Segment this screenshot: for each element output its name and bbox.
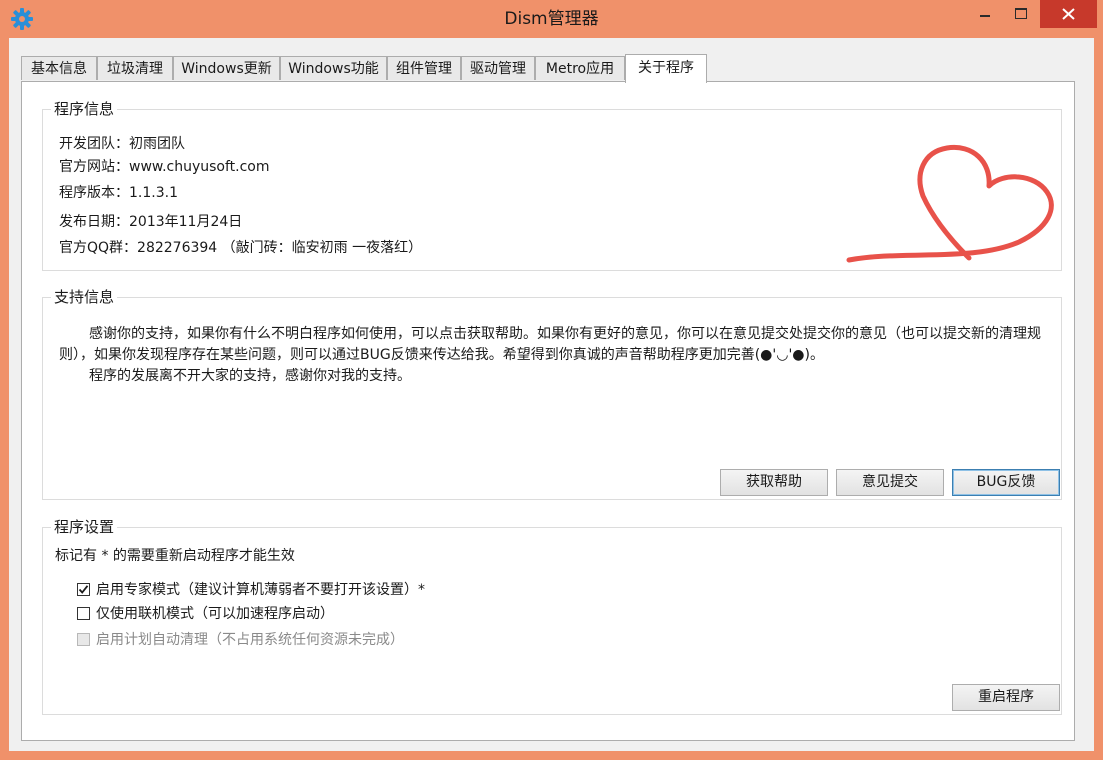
checkbox-box[interactable] <box>77 583 90 596</box>
restart-program-button[interactable]: 重启程序 <box>952 684 1060 711</box>
client-area: 基本信息 垃圾清理 Windows更新 Windows功能 组件管理 驱动管理 … <box>9 38 1094 751</box>
checkbox-box[interactable] <box>77 607 90 620</box>
tab-junk-clean[interactable]: 垃圾清理 <box>97 56 173 80</box>
tab-component-management[interactable]: 组件管理 <box>387 56 461 80</box>
tab-windows-features[interactable]: Windows功能 <box>280 56 387 80</box>
release-date-text: 发布日期：2013年11月24日 <box>59 214 243 230</box>
auto-clean-label: 启用计划自动清理（不占用系统任何资源未完成） <box>96 632 404 648</box>
checkbox-box <box>77 633 90 646</box>
online-mode-label: 仅使用联机模式（可以加速程序启动） <box>96 606 334 622</box>
submit-feedback-button[interactable]: 意见提交 <box>836 469 944 496</box>
window-title: Dism管理器 <box>504 9 599 29</box>
restart-note: 标记有 * 的需要重新启动程序才能生效 <box>55 548 295 564</box>
expert-mode-label: 启用专家模式（建议计算机薄弱者不要打开该设置）* <box>96 582 425 598</box>
tab-basic-info[interactable]: 基本信息 <box>21 56 97 80</box>
team-text: 开发团队：初雨团队 <box>59 136 185 152</box>
website-text: 官方网站：www.chuyusoft.com <box>59 159 270 175</box>
program-settings-group: 程序设置 标记有 * 的需要重新启动程序才能生效 启用专家模式（建议计算机薄弱者… <box>42 517 1062 715</box>
version-text: 程序版本：1.1.3.1 <box>59 185 178 201</box>
get-help-button[interactable]: 获取帮助 <box>720 469 828 496</box>
tab-driver-management[interactable]: 驱动管理 <box>461 56 535 80</box>
qq-group-text: 官方QQ群：282276394 （敲门砖：临安初雨 一夜落红） <box>59 240 423 256</box>
program-settings-title: 程序设置 <box>51 517 118 537</box>
tab-metro-apps[interactable]: Metro应用 <box>535 56 625 80</box>
app-window: Dism管理器 基本信息 垃圾清理 Windows更新 Windows功能 组件… <box>0 0 1103 760</box>
close-icon <box>1062 8 1075 20</box>
support-paragraph: 感谢你的支持，如果你有什么不明白程序如何使用，可以点击获取帮助。如果你有更好的意… <box>59 326 1041 363</box>
close-button[interactable] <box>1040 0 1097 28</box>
checkmark-icon <box>78 585 89 594</box>
maximize-button[interactable] <box>1004 0 1038 28</box>
title-bar[interactable]: Dism管理器 <box>0 0 1103 38</box>
about-panel: 程序信息 开发团队：初雨团队 官方网站：www.chuyusoft.com 程序… <box>21 81 1075 741</box>
support-info-title: 支持信息 <box>51 287 118 307</box>
tab-windows-update[interactable]: Windows更新 <box>173 56 280 80</box>
bug-report-button[interactable]: BUG反馈 <box>952 469 1060 496</box>
program-info-title: 程序信息 <box>51 99 118 119</box>
minimize-button[interactable] <box>968 0 1002 28</box>
heart-logo-icon <box>846 144 1054 263</box>
support-info-group: 支持信息 感谢你的支持，如果你有什么不明白程序如何使用，可以点击获取帮助。如果你… <box>42 287 1062 500</box>
thanks-paragraph: 程序的发展离不开大家的支持，感谢你对我的支持。 <box>89 368 411 384</box>
tab-about[interactable]: 关于程序 <box>625 54 707 83</box>
program-info-group: 程序信息 开发团队：初雨团队 官方网站：www.chuyusoft.com 程序… <box>42 99 1062 271</box>
